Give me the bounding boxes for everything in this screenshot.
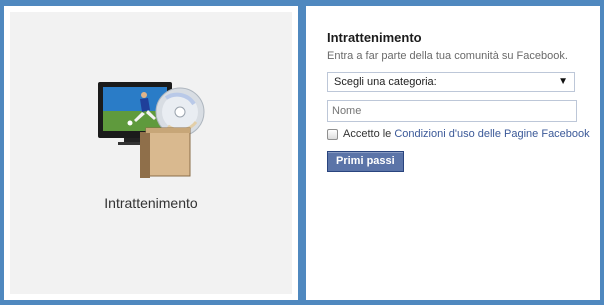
name-input[interactable] [327, 100, 577, 122]
form-description: Entra a far parte della tua comunità su … [327, 50, 568, 62]
form-title: Intrattenimento [327, 30, 422, 45]
terms-row: Accetto le Condizioni d'uso delle Pagine… [327, 128, 590, 140]
category-select[interactable]: Scegli una categoria: ▼ [327, 72, 575, 92]
terms-link[interactable]: Condizioni d'uso delle Pagine Facebook [394, 128, 589, 140]
category-card: Intrattenimento [4, 6, 298, 300]
category-select-value: Scegli una categoria: [334, 76, 437, 88]
dropdown-arrow-icon: ▼ [558, 76, 568, 87]
terms-checkbox[interactable] [327, 128, 338, 140]
create-page-card: Intrattenimento Entra a far parte della … [306, 6, 600, 300]
create-page-form: Intrattenimento Entra a far parte della … [312, 12, 594, 294]
get-started-button[interactable]: Primi passi [327, 151, 404, 172]
terms-label: Accetto le [343, 128, 392, 140]
entertainment-icon [98, 82, 205, 178]
category-caption: Intrattenimento [104, 195, 198, 211]
category-card-inner: Intrattenimento [10, 12, 292, 294]
